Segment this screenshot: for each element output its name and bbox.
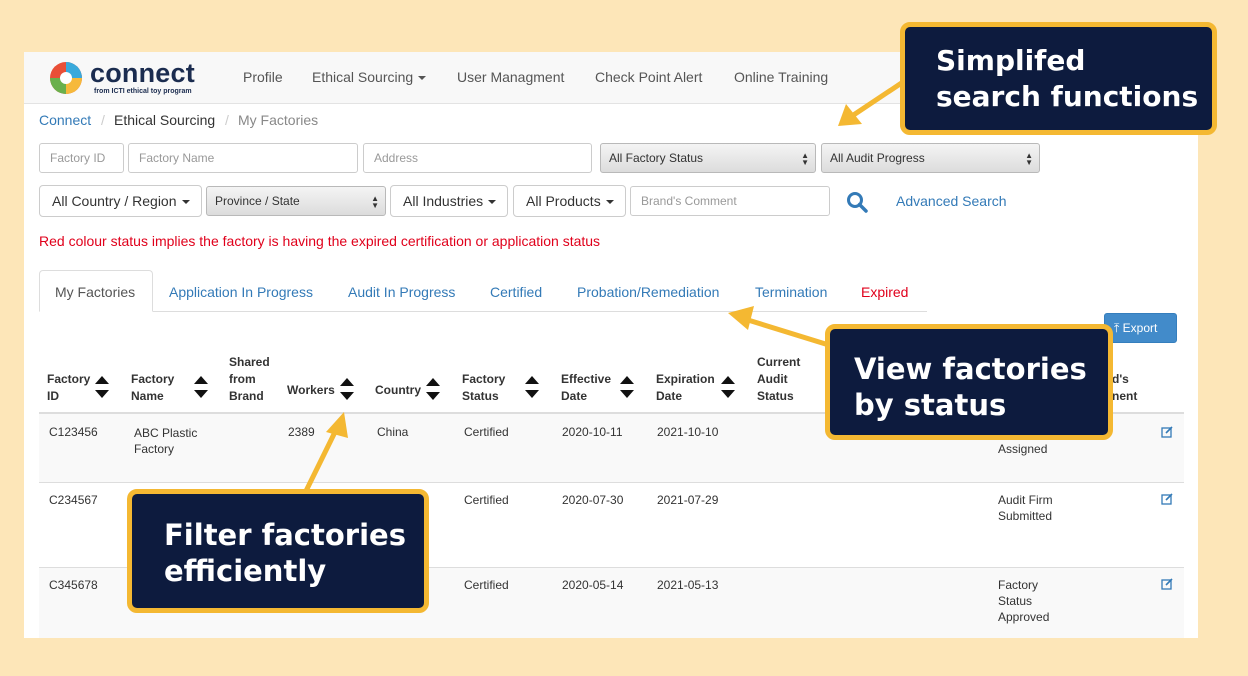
arrow-to-tabs bbox=[745, 317, 835, 349]
arrow-head-icon bbox=[326, 412, 348, 438]
callout-filter-factories: Filter factories efficiently bbox=[127, 489, 429, 613]
arrow-head-icon bbox=[728, 306, 754, 330]
callout-search-functions: Simplifed search functions bbox=[900, 22, 1217, 135]
arrow-to-sort bbox=[303, 427, 339, 494]
callout-view-by-status: View factories by status bbox=[825, 324, 1113, 440]
arrow-to-search bbox=[849, 77, 909, 119]
arrow-head-icon bbox=[838, 104, 862, 126]
